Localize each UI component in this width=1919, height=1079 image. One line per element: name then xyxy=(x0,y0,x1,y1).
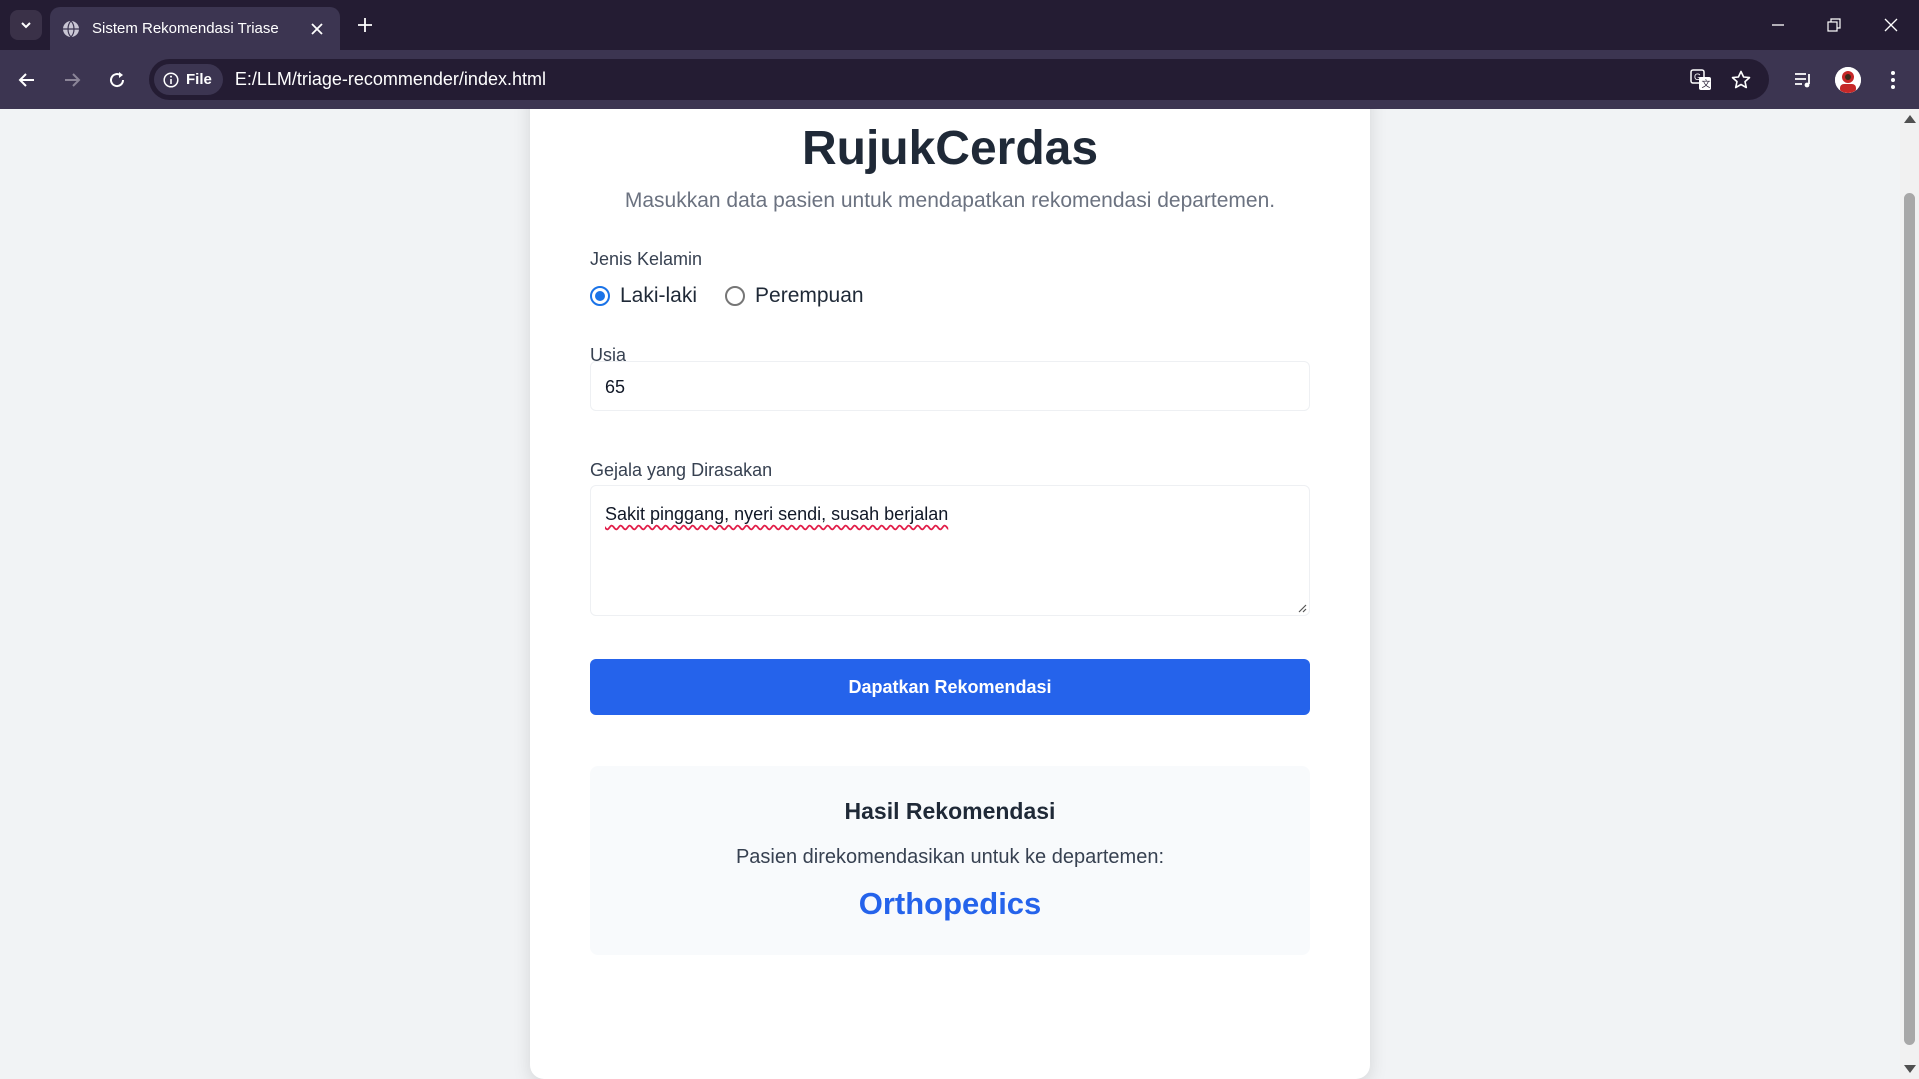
radio-male[interactable] xyxy=(590,286,610,306)
bookmark-button[interactable] xyxy=(1724,63,1758,97)
reload-icon xyxy=(110,72,125,88)
avatar-icon xyxy=(1835,67,1861,93)
tab-title: Sistem Rekomendasi Triase xyxy=(92,20,279,37)
new-tab-button[interactable] xyxy=(351,11,379,39)
site-chip-label: File xyxy=(186,71,212,88)
media-control-button[interactable] xyxy=(1786,63,1820,97)
browser-menu-button[interactable] xyxy=(1876,63,1910,97)
browser-toolbar: File E:/LLM/triage-recommender/index.htm… xyxy=(0,50,1919,109)
page-subtitle: Masukkan data pasien untuk mendapatkan r… xyxy=(624,189,1276,212)
scroll-down-arrow[interactable] xyxy=(1904,1065,1916,1073)
symptoms-text: Sakit pinggang, nyeri sendi, susah berja… xyxy=(605,504,949,524)
translate-icon: G文 xyxy=(1690,69,1711,90)
info-icon xyxy=(163,71,179,88)
star-icon xyxy=(1731,70,1751,89)
media-queue-icon xyxy=(1795,73,1810,88)
plus-icon xyxy=(358,18,372,32)
chevron-down-icon xyxy=(21,22,31,29)
minimize-button[interactable] xyxy=(1756,8,1800,42)
vertical-scrollbar[interactable] xyxy=(1900,109,1919,1079)
translate-button[interactable]: G文 xyxy=(1684,63,1718,97)
radio-female[interactable] xyxy=(725,286,746,306)
close-icon xyxy=(311,22,323,35)
get-recommendation-button[interactable]: Dapatkan Rekomendasi xyxy=(590,659,1310,715)
site-info-chip[interactable]: File xyxy=(154,64,223,95)
address-bar[interactable]: File E:/LLM/triage-recommender/index.htm… xyxy=(149,59,1769,100)
scrollbar-thumb[interactable] xyxy=(1904,193,1915,1045)
arrow-right-icon xyxy=(65,73,81,87)
reload-button[interactable] xyxy=(101,64,133,96)
globe-icon xyxy=(63,20,79,37)
tab-close-button[interactable] xyxy=(306,18,328,40)
svg-text:文: 文 xyxy=(1702,78,1711,89)
gender-option-male[interactable]: Laki-laki xyxy=(590,284,697,308)
arrow-left-icon xyxy=(18,73,34,87)
forward-button[interactable] xyxy=(56,64,88,96)
restore-button[interactable] xyxy=(1812,8,1856,42)
symptoms-label: Gejala yang Dirasakan xyxy=(590,460,773,480)
triage-form-card: RujukCerdas Masukkan data pasien untuk m… xyxy=(530,109,1370,1079)
tab-search-button[interactable] xyxy=(10,10,42,40)
more-vertical-icon xyxy=(1891,71,1895,89)
close-window-button[interactable] xyxy=(1869,8,1913,42)
result-panel: Hasil Rekomendasi Pasien direkomendasika… xyxy=(590,766,1310,955)
gender-label: Jenis Kelamin xyxy=(590,249,703,269)
profile-button[interactable] xyxy=(1831,63,1865,97)
result-title: Hasil Rekomendasi xyxy=(844,798,1056,824)
scroll-up-arrow[interactable] xyxy=(1904,115,1916,123)
gender-radio-group: Laki-laki Perempuan xyxy=(590,284,892,308)
restore-icon xyxy=(1827,18,1841,32)
close-icon xyxy=(1884,18,1898,32)
gender-option-female[interactable]: Perempuan xyxy=(725,284,864,308)
result-description: Pasien direkomendasikan untuk ke departe… xyxy=(735,846,1165,868)
browser-tab-bar: Sistem Rekomendasi Triase xyxy=(0,0,1919,50)
radio-female-label[interactable]: Perempuan xyxy=(755,284,864,308)
radio-male-label[interactable]: Laki-laki xyxy=(620,284,697,308)
page-viewport: RujukCerdas Masukkan data pasien untuk m… xyxy=(0,109,1900,1079)
browser-tab-active[interactable]: Sistem Rekomendasi Triase xyxy=(50,7,340,50)
url-text: E:/LLM/triage-recommender/index.html xyxy=(234,69,546,89)
back-button[interactable] xyxy=(11,64,43,96)
page-title: RujukCerdas xyxy=(801,122,1099,175)
avatar xyxy=(1835,67,1861,93)
resize-grip-icon[interactable] xyxy=(1297,603,1307,613)
age-input[interactable]: 65 xyxy=(590,361,1310,411)
recommended-department: Orthopedics xyxy=(858,886,1042,921)
minimize-icon xyxy=(1772,24,1784,26)
symptoms-textarea[interactable]: Sakit pinggang, nyeri sendi, susah berja… xyxy=(590,485,1310,616)
